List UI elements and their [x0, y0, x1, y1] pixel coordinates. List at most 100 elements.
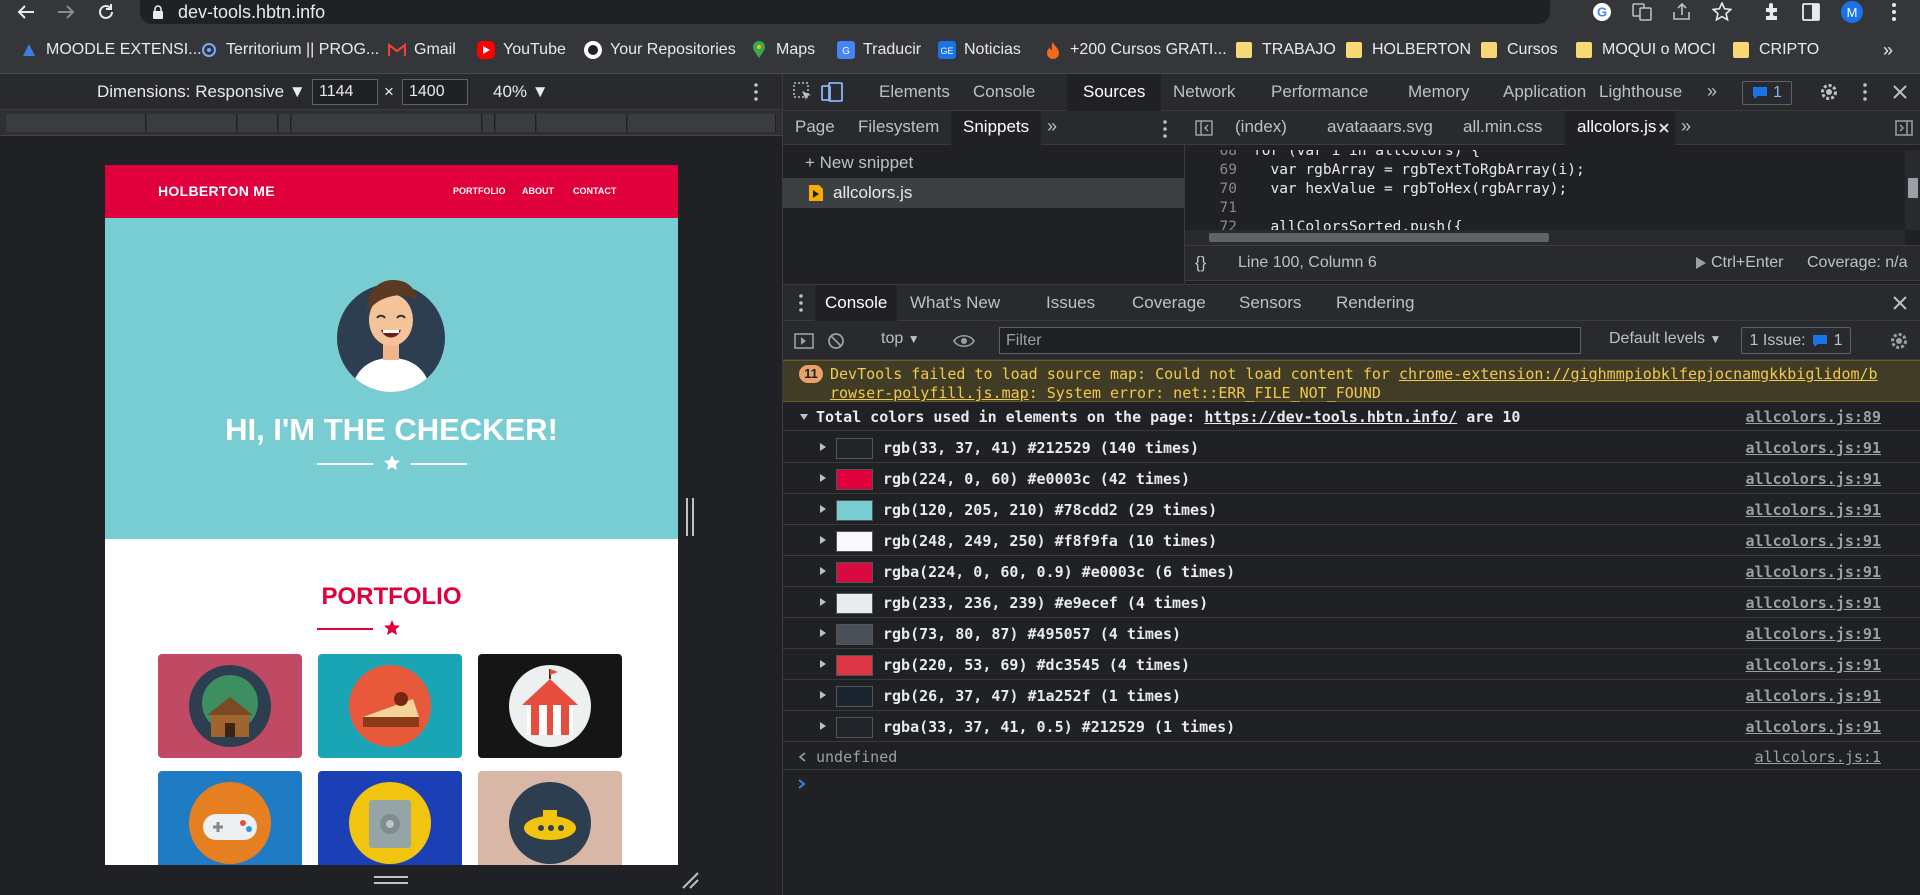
- warning-link[interactable]: chrome-extension://gighmmpiobklfepjocnam…: [1399, 365, 1878, 383]
- collapsed-caret-icon[interactable]: [819, 659, 827, 669]
- snippet-item[interactable]: allcolors.js: [783, 178, 1185, 208]
- drawer-tab-rendering[interactable]: Rendering: [1336, 293, 1414, 313]
- console-color-row[interactable]: rgb(248, 249, 250) #f8f9fa (10 times) all…: [783, 525, 1920, 556]
- bookmark-github[interactable]: Your Repositories: [584, 38, 736, 62]
- portfolio-tile-cake[interactable]: [318, 654, 462, 758]
- more-navigator-tabs[interactable]: »: [1047, 116, 1057, 137]
- nav-about[interactable]: ABOUT: [522, 186, 554, 196]
- portfolio-tile-safe[interactable]: [318, 771, 462, 865]
- console-settings-gear-icon[interactable]: [1887, 330, 1911, 352]
- tab-network[interactable]: Network: [1163, 74, 1245, 110]
- zoom-dropdown[interactable]: 40% ▼: [493, 82, 549, 102]
- device-options-icon[interactable]: [748, 82, 764, 102]
- collapsed-caret-icon[interactable]: [819, 721, 827, 731]
- run-snippet-button[interactable]: Ctrl+Enter: [1695, 254, 1783, 272]
- drawer-tab-whats-new[interactable]: What's New: [910, 293, 1000, 313]
- source-link[interactable]: allcolors.js:91: [1746, 718, 1881, 736]
- drawer-tab-coverage[interactable]: Coverage: [1132, 293, 1206, 313]
- address-bar[interactable]: dev-tools.hbtn.info: [140, 0, 1550, 24]
- tab-filesystem[interactable]: Filesystem: [858, 117, 939, 137]
- collapsed-caret-icon[interactable]: [819, 690, 827, 700]
- new-snippet-button[interactable]: + New snippet: [805, 153, 913, 173]
- collapsed-caret-icon[interactable]: [819, 442, 827, 452]
- forward-button[interactable]: [54, 1, 78, 23]
- inspect-element-icon[interactable]: [791, 81, 815, 103]
- console-color-row[interactable]: rgba(33, 37, 41, 0.5) #212529 (1 times) a…: [783, 711, 1920, 742]
- bookmark-territorium[interactable]: Territorium || PROG...: [200, 38, 379, 62]
- drawer-tab-issues[interactable]: Issues: [1046, 293, 1095, 313]
- nav-portfolio[interactable]: PORTFOLIO: [453, 186, 506, 196]
- editor-tab-allmincss[interactable]: all.min.css: [1463, 117, 1542, 137]
- tab-lighthouse[interactable]: Lighthouse: [1589, 74, 1692, 110]
- horizontal-scrollbar[interactable]: [1185, 230, 1905, 245]
- reload-button[interactable]: [94, 1, 118, 23]
- tab-memory[interactable]: Memory: [1398, 74, 1479, 110]
- console-color-row[interactable]: rgb(33, 37, 41) #212529 (140 times) allco…: [783, 432, 1920, 463]
- bookmark-holberton[interactable]: HOLBERTON: [1346, 38, 1471, 62]
- console-issues-button[interactable]: 1 Issue: 1: [1741, 327, 1851, 354]
- bookmark-maps[interactable]: Maps: [750, 38, 815, 62]
- back-button[interactable]: [14, 1, 38, 23]
- collapsed-caret-icon[interactable]: [819, 473, 827, 483]
- bookmark-cripto[interactable]: CRIPTO: [1733, 38, 1819, 62]
- bookmark-moqui[interactable]: MOQUI o MOCI: [1576, 38, 1716, 62]
- editor-tab-avataaars[interactable]: avataaars.svg: [1327, 117, 1433, 137]
- more-tabs-button[interactable]: »: [1703, 74, 1721, 109]
- portfolio-tile-controller[interactable]: [158, 771, 302, 865]
- drawer-tab-sensors[interactable]: Sensors: [1239, 293, 1301, 313]
- bookmark-trabajo[interactable]: TRABAJO: [1236, 38, 1336, 62]
- tab-application[interactable]: Application: [1493, 74, 1596, 110]
- vertical-scrollbar[interactable]: [1905, 150, 1920, 230]
- height-input[interactable]: 1400: [402, 79, 468, 105]
- portfolio-tile-circus[interactable]: [478, 654, 622, 758]
- settings-gear-icon[interactable]: [1817, 81, 1841, 103]
- pretty-print-button[interactable]: {}: [1195, 253, 1206, 273]
- collapsed-caret-icon[interactable]: [819, 628, 827, 638]
- profile-avatar[interactable]: M: [1840, 1, 1864, 23]
- context-selector[interactable]: top ▼: [881, 330, 920, 348]
- tab-page[interactable]: Page: [795, 117, 835, 137]
- source-link[interactable]: allcolors.js:91: [1746, 563, 1881, 581]
- console-prompt[interactable]: [783, 771, 1920, 799]
- console-color-row[interactable]: rgb(220, 53, 69) #dc3545 (4 times) allcol…: [783, 649, 1920, 680]
- collapsed-caret-icon[interactable]: [819, 535, 827, 545]
- live-expression-eye-icon[interactable]: [951, 331, 977, 351]
- console-group-header[interactable]: Total colors used in elements on the pag…: [783, 403, 1920, 431]
- site-brand[interactable]: HOLBERTON ME: [158, 183, 275, 199]
- console-color-row[interactable]: rgb(224, 0, 60) #e0003c (42 times) allcol…: [783, 463, 1920, 494]
- toggle-debugger-icon[interactable]: [1893, 118, 1915, 138]
- source-link[interactable]: allcolors.js:91: [1746, 501, 1881, 519]
- device-toggle-icon[interactable]: [819, 81, 845, 103]
- source-link[interactable]: allcolors.js:91: [1746, 687, 1881, 705]
- portfolio-tile-cabin[interactable]: [158, 654, 302, 758]
- show-sidebar-icon[interactable]: [793, 331, 815, 351]
- side-panel-icon[interactable]: [1799, 1, 1823, 23]
- expanded-caret-icon[interactable]: [799, 412, 809, 422]
- share-icon[interactable]: [1670, 1, 1694, 23]
- toggle-navigator-icon[interactable]: [1193, 118, 1215, 138]
- clear-console-icon[interactable]: [825, 331, 847, 351]
- bookmark-noticias[interactable]: GE Noticias: [938, 38, 1021, 62]
- tab-performance[interactable]: Performance: [1261, 74, 1378, 110]
- tab-elements[interactable]: Elements: [869, 74, 960, 110]
- navigator-menu-icon[interactable]: [1157, 119, 1173, 139]
- nav-contact[interactable]: CONTACT: [573, 186, 616, 196]
- source-link[interactable]: allcolors.js:91: [1746, 439, 1881, 457]
- source-link[interactable]: allcolors.js:91: [1746, 656, 1881, 674]
- drawer-tab-console[interactable]: Console: [815, 285, 898, 321]
- width-input[interactable]: 1144: [312, 79, 378, 105]
- close-tab-icon[interactable]: [1659, 123, 1669, 133]
- more-editor-tabs[interactable]: »: [1681, 116, 1691, 137]
- tab-sources[interactable]: Sources: [1067, 74, 1162, 111]
- collapsed-caret-icon[interactable]: [819, 566, 827, 576]
- console-color-row[interactable]: rgb(233, 236, 239) #e9ecef (4 times) allc…: [783, 587, 1920, 618]
- source-link[interactable]: allcolors.js:89: [1746, 408, 1881, 426]
- source-link[interactable]: allcolors.js:91: [1746, 594, 1881, 612]
- console-filter-input[interactable]: Filter: [999, 327, 1581, 354]
- bookmark-star-icon[interactable]: [1710, 1, 1734, 23]
- portfolio-tile-submarine[interactable]: [478, 771, 622, 865]
- close-devtools-icon[interactable]: [1889, 81, 1911, 103]
- resize-handle-bottom[interactable]: [374, 876, 408, 884]
- bookmark-traducir[interactable]: G Traducir: [837, 38, 921, 62]
- bookmark-moodle[interactable]: MOODLE EXTENSI...: [20, 38, 202, 62]
